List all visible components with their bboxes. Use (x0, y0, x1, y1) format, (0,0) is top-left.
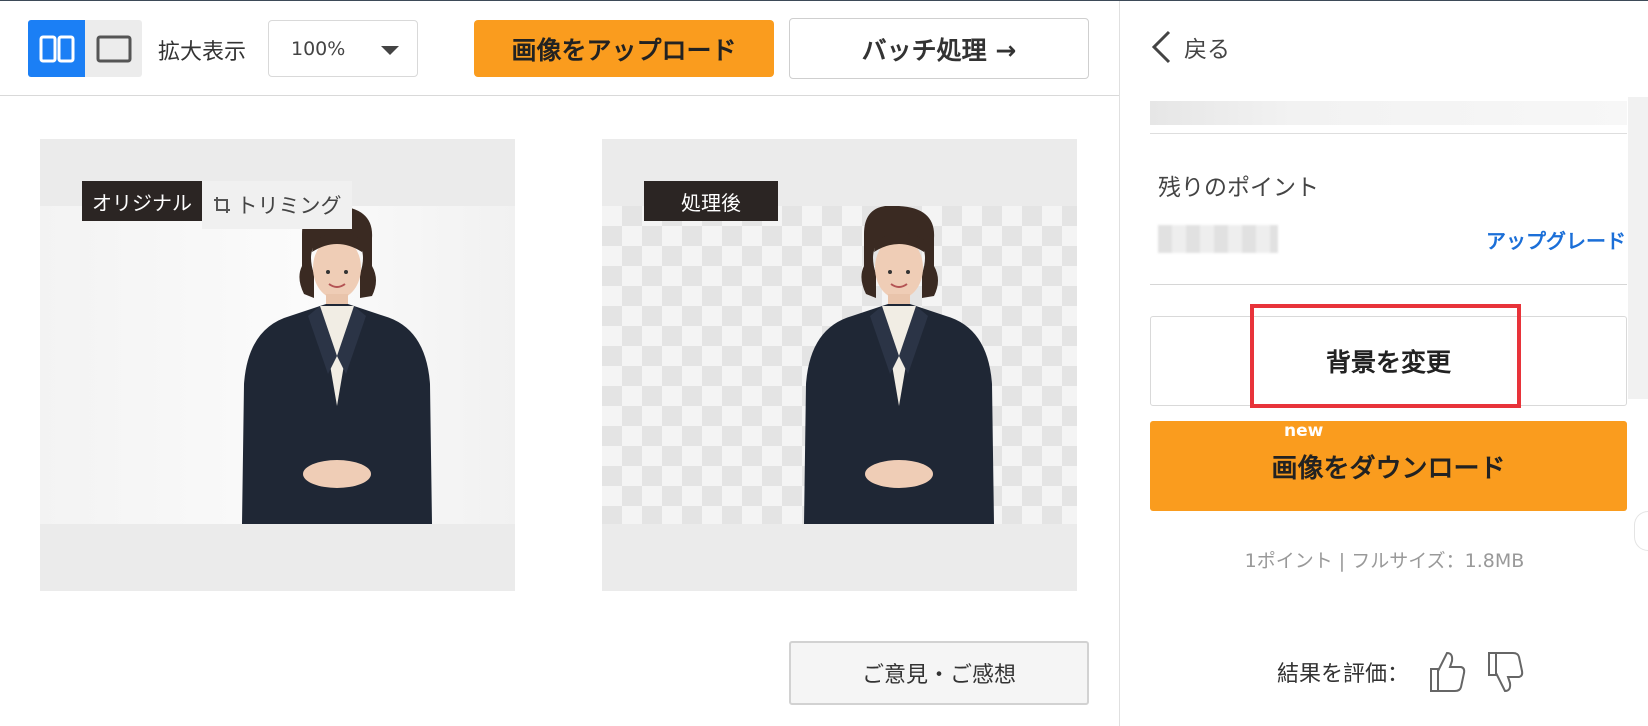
zoom-select[interactable]: 100% (268, 20, 418, 77)
divider (1150, 133, 1627, 134)
download-image-button[interactable]: 画像をダウンロード (1150, 421, 1627, 511)
back-label: 戻る (1184, 37, 1230, 63)
toolbar: 拡大表示 100% 画像をアップロード バッチ処理 → (0, 1, 1119, 96)
back-button[interactable]: 戻る (1150, 29, 1230, 65)
side-handle[interactable] (1634, 511, 1648, 551)
processed-photo (602, 206, 1077, 524)
thumbs-down-icon[interactable] (1485, 649, 1525, 695)
trim-label: トリミング (236, 194, 342, 218)
upgrade-link[interactable]: アップグレード (1486, 225, 1626, 254)
crop-icon (213, 197, 230, 213)
dropdown-caret-icon (381, 46, 399, 55)
back-chevron-icon (1151, 30, 1171, 64)
upload-image-button[interactable]: 画像をアップロード (474, 20, 774, 77)
points-label: 残りのポイント (1158, 175, 1319, 201)
thumbs-up-icon[interactable] (1427, 649, 1467, 695)
original-tag: オリジナル (82, 181, 202, 221)
divider (1150, 284, 1627, 285)
zoom-label: 拡大表示 (158, 40, 247, 65)
single-view-icon (96, 35, 131, 62)
rating-row: 結果を評価： (1277, 649, 1525, 695)
app-root: 拡大表示 100% 画像をアップロード バッチ処理 → オリジナル トリミング … (0, 0, 1648, 726)
original-image-card: オリジナル トリミング (40, 139, 515, 591)
single-view-button[interactable] (85, 20, 142, 77)
split-view-button[interactable] (28, 20, 85, 77)
highlight-box (1250, 304, 1521, 408)
right-panel: 戻る 残りのポイント アップグレード 背景を変更 画像をダウンロード new 1… (1119, 1, 1648, 726)
processed-image-card: 処理後 (602, 139, 1077, 591)
zoom-value: 100% (291, 38, 346, 60)
trim-button[interactable]: トリミング (202, 181, 352, 229)
person-cutout-image (804, 206, 994, 524)
new-badge: new (1284, 421, 1324, 441)
view-toggle (28, 20, 142, 77)
split-view-icon (39, 35, 74, 62)
batch-processing-button[interactable]: バッチ処理 → (789, 18, 1089, 79)
scrollbar[interactable] (1628, 97, 1648, 399)
processed-tag: 処理後 (644, 181, 778, 221)
rate-label: 結果を評価： (1277, 662, 1410, 687)
points-value-blurred (1158, 225, 1278, 253)
person-image (242, 206, 432, 524)
feedback-button[interactable]: ご意見・ご感想 (789, 641, 1089, 705)
original-photo (40, 206, 515, 524)
blurred-content (1150, 101, 1627, 125)
size-info: 1ポイント | フルサイズ：1.8MB (1244, 550, 1525, 572)
